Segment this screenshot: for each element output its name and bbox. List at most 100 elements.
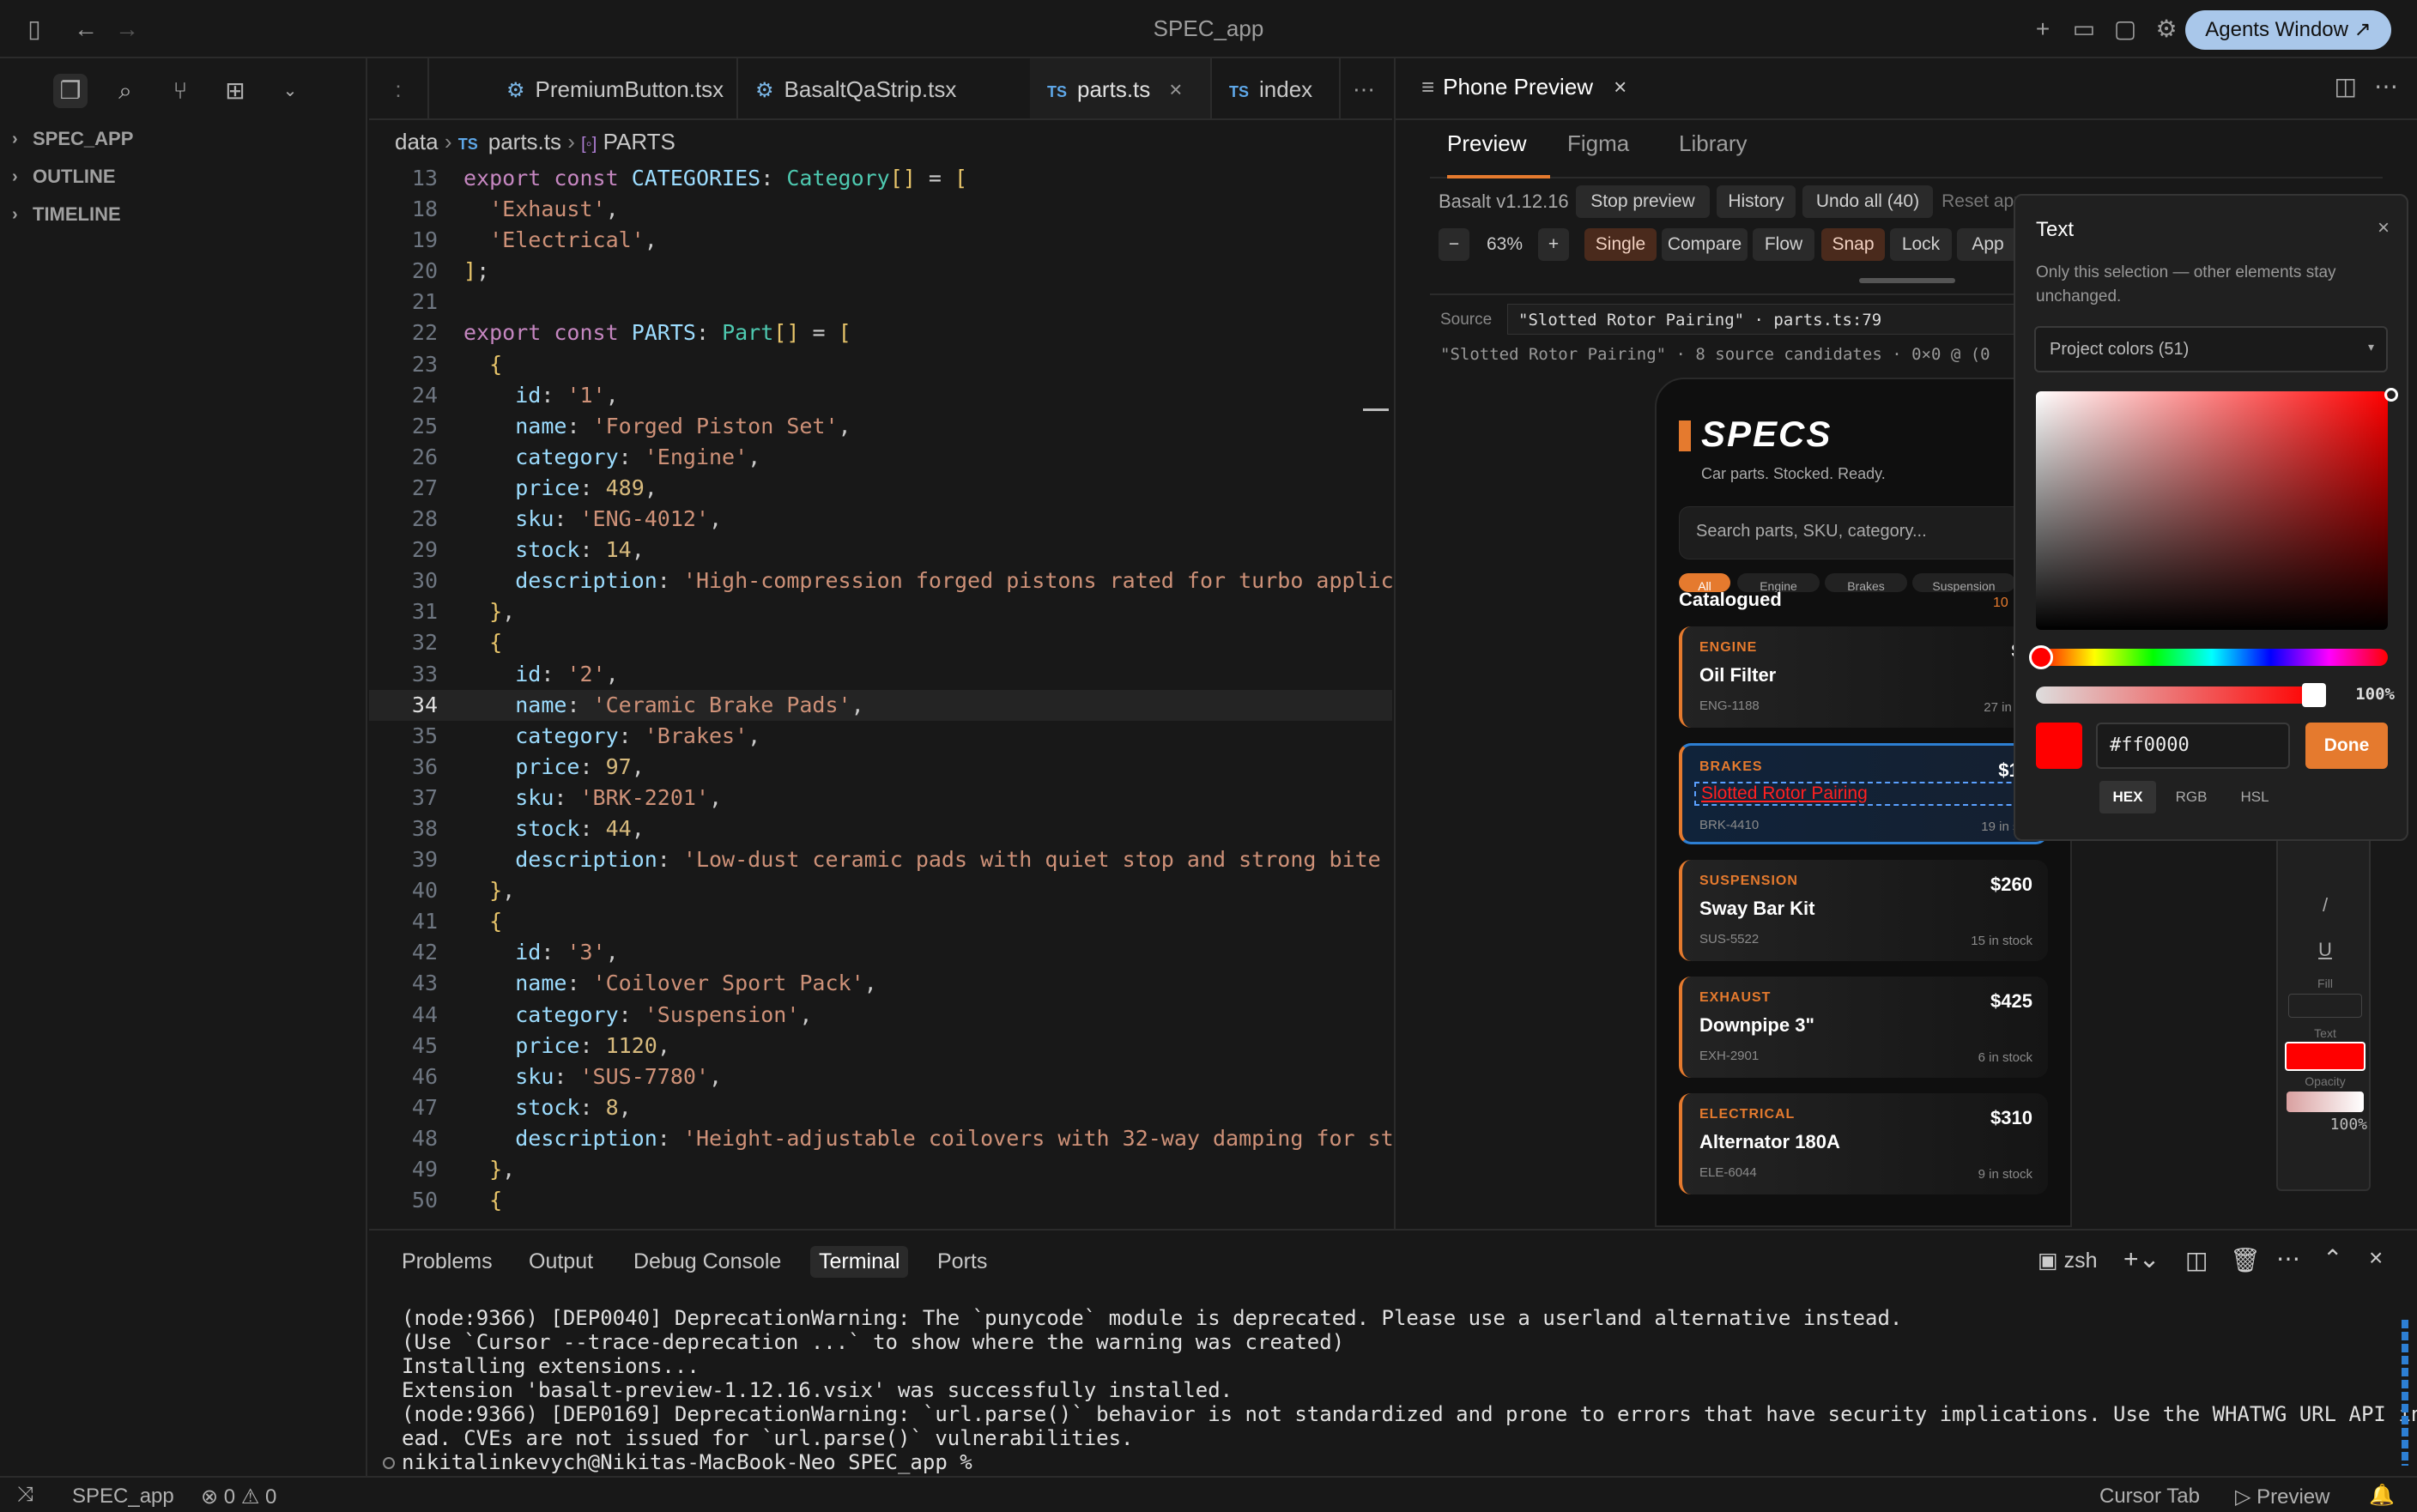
- mode-snap[interactable]: Snap: [1821, 228, 1885, 261]
- zoom-out-button[interactable]: −: [1439, 228, 1469, 261]
- tab-preview[interactable]: Preview: [1447, 130, 1526, 157]
- split-editor-icon[interactable]: ◫: [2335, 72, 2357, 100]
- zoom-in-button[interactable]: +: [1538, 228, 1569, 261]
- status-preview[interactable]: ▷ Preview: [2235, 1485, 2329, 1509]
- alpha-handle[interactable]: [2302, 683, 2326, 707]
- done-button[interactable]: Done: [2305, 723, 2388, 769]
- chat-icon[interactable]: ▢: [2108, 15, 2142, 43]
- tab-library[interactable]: Library: [1679, 130, 1747, 157]
- panel-layout-icon[interactable]: ▭: [2067, 15, 2101, 43]
- tab-overflow[interactable]: :: [369, 58, 429, 118]
- split-terminal-icon[interactable]: ◫: [2185, 1246, 2208, 1274]
- line-number: 48: [411, 1125, 438, 1151]
- hex-input[interactable]: #ff0000: [2096, 723, 2290, 769]
- mode-compare[interactable]: Compare: [1662, 228, 1748, 261]
- shell-selector[interactable]: ▣ zsh: [2038, 1248, 2097, 1273]
- mode-flow[interactable]: Flow: [1753, 228, 1814, 261]
- source-value[interactable]: "Slotted Rotor Pairing" · parts.ts:79: [1507, 304, 2039, 335]
- product-card[interactable]: ELECTRICAL Alternator 180A ELE-6044 $310…: [1679, 1093, 2048, 1194]
- stop-preview-button[interactable]: Stop preview: [1576, 185, 1710, 218]
- line-number: 39: [411, 847, 438, 873]
- mode-rgb[interactable]: RGB: [2163, 781, 2220, 813]
- close-icon[interactable]: ×: [1614, 74, 1626, 100]
- trash-icon[interactable]: 🗑: [2230, 1246, 2261, 1274]
- status-problems[interactable]: ⊗ 0 ⚠ 0: [201, 1485, 276, 1509]
- tab-terminal[interactable]: Terminal: [810, 1246, 909, 1278]
- section-count: 10: [1993, 596, 2008, 610]
- status-project[interactable]: SPEC_app: [72, 1485, 174, 1509]
- tab-figma[interactable]: Figma: [1567, 130, 1629, 157]
- mode-hsl[interactable]: HSL: [2226, 781, 2283, 813]
- bell-icon[interactable]: 🔔: [2369, 1483, 2395, 1508]
- source-control-icon[interactable]: ⑂: [163, 74, 197, 108]
- sidebar-section-outline[interactable]: › OUTLINE: [0, 158, 366, 196]
- more-tabs-icon[interactable]: ⋯: [1341, 58, 1392, 118]
- product-card[interactable]: EXHAUST Downpipe 3" EXH-2901 $425 6 in s…: [1679, 977, 2048, 1078]
- close-tab-icon[interactable]: ×: [1169, 76, 1182, 102]
- product-card-selected[interactable]: BRAKES Slotted Rotor Pairing BRK-4410 $1…: [1679, 743, 2055, 844]
- chevron-down-icon[interactable]: ⌄: [273, 74, 307, 108]
- mode-app[interactable]: App: [1957, 228, 2019, 261]
- plus-icon[interactable]: +: [2026, 15, 2060, 43]
- settings-gear-icon[interactable]: ⚙: [2149, 15, 2184, 43]
- maximize-panel-icon[interactable]: ⌃: [2323, 1244, 2342, 1273]
- explorer-icon[interactable]: ❐: [53, 74, 88, 108]
- chip-brakes[interactable]: Brakes: [1825, 573, 1907, 592]
- hue-slider[interactable]: [2036, 649, 2388, 666]
- code-area[interactable]: 13 export const CATEGORIES: Category[] = …: [369, 163, 1392, 1229]
- terminal-line: Extension 'basalt-preview-1.12.16.vsix' …: [402, 1378, 1233, 1402]
- saturation-area[interactable]: [2036, 391, 2388, 630]
- code-line: 47 stock: 8,: [369, 1092, 1392, 1123]
- tab-parts-ts[interactable]: TS parts.ts ×: [1030, 58, 1212, 118]
- undo-all-button[interactable]: Undo all (40): [1802, 185, 1933, 218]
- reset-app-button[interactable]: Reset app: [1940, 185, 2026, 218]
- mode-single[interactable]: Single: [1584, 228, 1657, 261]
- status-cursor-tab[interactable]: Cursor Tab: [2099, 1485, 2200, 1509]
- breadcrumb-folder[interactable]: data: [395, 129, 439, 154]
- close-panel-icon[interactable]: ×: [2369, 1244, 2383, 1272]
- line-number: 34: [411, 692, 438, 717]
- sidebar-section-spec-app[interactable]: › SPEC_APP: [0, 120, 366, 158]
- tab-premium-button[interactable]: ⚙ PremiumButton.tsx: [429, 58, 738, 118]
- product-card[interactable]: SUSPENSION Sway Bar Kit SUS-5522 $260 15…: [1679, 860, 2048, 961]
- underline-button[interactable]: U: [2278, 939, 2372, 961]
- line-number: 47: [411, 1094, 438, 1120]
- product-card[interactable]: ENGINE Oil Filter ENG-1188 $6 27 in sto: [1679, 626, 2048, 728]
- opacity-slider[interactable]: [2287, 1092, 2364, 1112]
- tab-debug-console[interactable]: Debug Console: [633, 1249, 781, 1274]
- tab-ports[interactable]: Ports: [937, 1249, 987, 1274]
- sidebar-section-timeline[interactable]: › TIMELINE: [0, 196, 366, 233]
- scroll-handle[interactable]: [1859, 278, 1955, 283]
- search-icon[interactable]: ⌕: [108, 74, 142, 108]
- agents-window-button[interactable]: Agents Window ↗: [2185, 10, 2391, 50]
- tab-index[interactable]: TS index: [1212, 58, 1341, 118]
- breadcrumb-symbol[interactable]: PARTS: [603, 129, 675, 154]
- chip-suspension[interactable]: Suspension: [1912, 573, 2015, 592]
- more-icon[interactable]: ⋯: [2276, 1244, 2300, 1273]
- saturation-handle[interactable]: [2384, 388, 2398, 402]
- alpha-slider[interactable]: [2036, 686, 2316, 704]
- tab-problems[interactable]: Problems: [402, 1249, 493, 1274]
- fill-swatch[interactable]: [2288, 994, 2362, 1018]
- extensions-icon[interactable]: ⊞: [218, 74, 252, 108]
- more-actions-icon[interactable]: ⋯: [2374, 72, 2398, 100]
- breadcrumb-file[interactable]: parts.ts: [488, 129, 561, 154]
- code-text: category: 'Suspension',: [515, 1001, 813, 1027]
- mode-lock[interactable]: Lock: [1890, 228, 1952, 261]
- history-button[interactable]: History: [1717, 185, 1796, 218]
- tab-output[interactable]: Output: [529, 1249, 593, 1274]
- terminal-scrollbar[interactable]: [2402, 1320, 2408, 1466]
- italic-button[interactable]: /: [2278, 894, 2372, 916]
- picker-close-icon[interactable]: ×: [2378, 216, 2390, 240]
- remote-icon[interactable]: ⤨: [17, 1483, 33, 1507]
- terminal-output[interactable]: (node:9366) [DEP0040] DeprecationWarning…: [402, 1306, 2417, 1474]
- project-colors-dropdown[interactable]: Project colors (51) ▾: [2034, 326, 2388, 372]
- new-terminal-icon[interactable]: +⌄: [2123, 1244, 2160, 1274]
- tab-basalt-label[interactable]: ⚙ BasaltQaStrip.tsx: [755, 58, 956, 120]
- hue-handle[interactable]: [2029, 645, 2053, 669]
- card-name-selected[interactable]: Slotted Rotor Pairing: [1694, 782, 2055, 806]
- react-icon: ⚙: [755, 79, 774, 102]
- preview-tab[interactable]: ≡ Phone Preview ×: [1421, 74, 1626, 100]
- text-color-swatch[interactable]: [2285, 1042, 2366, 1071]
- mode-hex[interactable]: HEX: [2099, 781, 2156, 813]
